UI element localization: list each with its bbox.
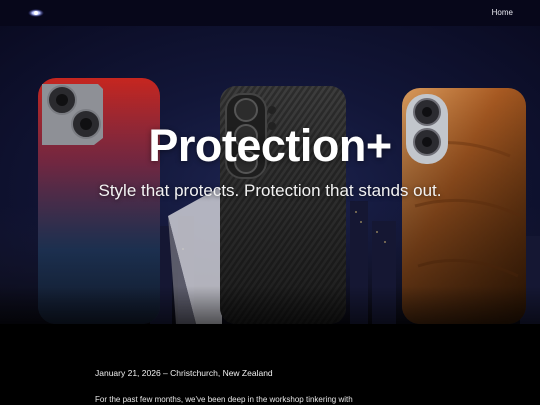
article-section: January 21, 2026 – Christchurch, New Zea… bbox=[0, 324, 540, 405]
hero-subtitle: Style that protects. Protection that sta… bbox=[98, 181, 442, 200]
article-dateline: January 21, 2026 – Christchurch, New Zea… bbox=[95, 368, 273, 378]
article-paragraph: For the past few months, we've been deep… bbox=[95, 395, 353, 404]
eye-orb-logo-icon[interactable] bbox=[28, 8, 44, 18]
top-navigation-bar: Home bbox=[0, 0, 540, 26]
nav-home-link[interactable]: Home bbox=[492, 8, 513, 17]
hero-banner: Protection+ Style that protects. Protect… bbox=[0, 26, 540, 324]
hero-title: Protection+ bbox=[148, 120, 392, 171]
hero-image-phone-cases bbox=[0, 78, 540, 324]
